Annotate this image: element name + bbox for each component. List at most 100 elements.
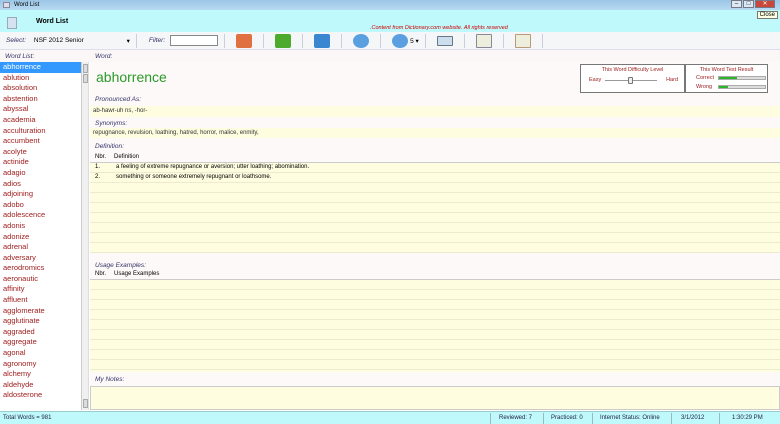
hard-label: Hard bbox=[666, 77, 678, 83]
nbr-header: Nbr. bbox=[95, 271, 107, 277]
correct-bar bbox=[718, 76, 766, 80]
word-list-item[interactable]: agronomy bbox=[0, 359, 81, 370]
nbr-header: Nbr. bbox=[95, 154, 107, 160]
repeat-count-select[interactable]: 5 ▾ bbox=[410, 37, 419, 45]
globe-icon[interactable] bbox=[353, 33, 370, 48]
word-list-item[interactable]: adolescence bbox=[0, 210, 81, 221]
word-list-item[interactable]: absolution bbox=[0, 83, 81, 94]
usage-header: Nbr. Usage Examples bbox=[90, 271, 780, 280]
status-bar: Total Words = 981 Reviewed: 7 Practiced:… bbox=[0, 411, 780, 424]
definition-table: 1. a feeling of extreme repugnance or av… bbox=[90, 163, 780, 253]
window-title: Word List bbox=[14, 2, 40, 8]
word-list-item[interactable]: adios bbox=[0, 179, 81, 190]
synonyms-label: Synonyms: bbox=[95, 120, 128, 127]
word-list-item[interactable]: agonal bbox=[0, 348, 81, 359]
word-list-item[interactable]: abyssal bbox=[0, 104, 81, 115]
filter-input[interactable] bbox=[170, 35, 219, 46]
usage-label: Usage Examples: bbox=[95, 262, 146, 269]
usage-table bbox=[90, 280, 780, 372]
word-list-item[interactable]: ablution bbox=[0, 73, 81, 84]
usage-header-label: Usage Examples bbox=[114, 271, 160, 277]
word-list-item[interactable]: alchemy bbox=[0, 369, 81, 380]
wrong-label: Wrong bbox=[696, 84, 713, 90]
internet-status: Internet Status: Online bbox=[600, 415, 660, 421]
correct-label: Correct bbox=[696, 75, 715, 81]
word-list-item[interactable]: aerodromics bbox=[0, 263, 81, 274]
copyright-text: .Content from Dictionary.com website. Al… bbox=[370, 25, 508, 31]
arrow-down-icon[interactable] bbox=[275, 33, 292, 48]
app-icon bbox=[3, 2, 10, 8]
word-list-item[interactable]: acolyte bbox=[0, 147, 81, 158]
word-list-item[interactable]: academia bbox=[0, 115, 81, 126]
word-list[interactable]: abhorrence ablution absolution abstention ab… bbox=[0, 62, 82, 410]
scroll-up-button[interactable] bbox=[83, 64, 88, 73]
document-icon bbox=[7, 17, 17, 29]
notes-input[interactable] bbox=[90, 386, 780, 410]
word-list-item[interactable]: aeronautic bbox=[0, 274, 81, 285]
list-select[interactable]: NSF 2012 Senior ▾ bbox=[34, 37, 130, 45]
megaphone-icon[interactable] bbox=[236, 33, 253, 48]
word-list-item[interactable]: aldehyde bbox=[0, 380, 81, 391]
toolbar: Select: NSF 2012 Senior ▾ Filter: 5 ▾ bbox=[0, 32, 780, 50]
def-nbr: 1. bbox=[95, 164, 101, 170]
arrow-up-icon[interactable] bbox=[314, 33, 331, 48]
pronounced-label: Pronounced As: bbox=[95, 96, 142, 103]
maximize-button[interactable]: □ bbox=[743, 0, 754, 8]
repeat-value: 5 bbox=[410, 37, 414, 45]
word-list-item[interactable]: adobo bbox=[0, 200, 81, 211]
status-time: 1:30:29 PM bbox=[732, 415, 763, 421]
word-title: abhorrence bbox=[96, 69, 167, 85]
word-list-item[interactable]: abstention bbox=[0, 94, 81, 105]
word-list-item[interactable]: agglutinate bbox=[0, 316, 81, 327]
word-list-label: Word List: bbox=[5, 53, 35, 60]
word-label: Word: bbox=[95, 53, 113, 60]
slider-thumb[interactable] bbox=[628, 77, 633, 84]
select-value: NSF 2012 Senior bbox=[33, 36, 84, 44]
notes-label: My Notes: bbox=[95, 376, 125, 383]
scroll-down-button[interactable] bbox=[83, 399, 88, 408]
practiced-count: Practiced: 0 bbox=[551, 415, 583, 421]
def-nbr: 2. bbox=[95, 174, 101, 180]
word-list-item[interactable]: aggraded bbox=[0, 327, 81, 338]
difficulty-panel: This Word Difficulty Level Easy Hard bbox=[580, 64, 685, 93]
word-list-item[interactable]: agglomerate bbox=[0, 306, 81, 317]
word-list-item[interactable]: adrenal bbox=[0, 242, 81, 253]
play-forward-icon[interactable] bbox=[392, 33, 409, 48]
word-list-item[interactable]: abhorrence bbox=[0, 62, 81, 73]
scrollbar[interactable] bbox=[82, 62, 89, 410]
status-date: 3/1/2012 bbox=[681, 415, 705, 421]
difficulty-title: This Word Difficulty Level bbox=[601, 67, 664, 73]
pronunciation-text: ab-hawr-uh ns, -hor- bbox=[90, 106, 780, 117]
word-list-item[interactable]: actinide bbox=[0, 157, 81, 168]
definition-label: Definition: bbox=[95, 143, 124, 150]
header-title: Word List bbox=[36, 18, 69, 25]
word-list-item[interactable]: adversary bbox=[0, 253, 81, 264]
difficulty-slider[interactable] bbox=[605, 77, 657, 84]
calendar-icon[interactable] bbox=[514, 33, 531, 48]
def-text: a feeling of extreme repugnance or avers… bbox=[116, 164, 310, 170]
word-list-item[interactable]: aggregate bbox=[0, 337, 81, 348]
word-list-item[interactable]: affluent bbox=[0, 295, 81, 306]
close-button[interactable]: ✕ bbox=[755, 0, 775, 8]
word-list-item[interactable]: adonize bbox=[0, 232, 81, 243]
filter-label: Filter: bbox=[148, 37, 166, 44]
word-list-item[interactable]: acculturation bbox=[0, 126, 81, 137]
def-text: something or someone extremely repugnant… bbox=[116, 174, 272, 180]
word-list-item[interactable]: affinity bbox=[0, 284, 81, 295]
select-label: Select: bbox=[6, 37, 26, 44]
word-list-item[interactable]: adjoining bbox=[0, 189, 81, 200]
word-list-item[interactable]: accumbent bbox=[0, 136, 81, 147]
header: Word List .Content from Dictionary.com w… bbox=[0, 10, 780, 32]
minimize-button[interactable]: – bbox=[731, 0, 742, 8]
easy-label: Easy bbox=[589, 77, 602, 83]
reviewed-count: Reviewed: 7 bbox=[499, 415, 533, 421]
book-icon[interactable] bbox=[436, 35, 453, 46]
title-bar: Word List – □ ✕ bbox=[0, 0, 780, 10]
test-result-panel: This Word Test Result Correct Wrong bbox=[685, 64, 768, 93]
notepad-icon[interactable] bbox=[475, 33, 492, 48]
word-list-item[interactable]: aldosterone bbox=[0, 390, 81, 401]
scroll-thumb[interactable] bbox=[83, 74, 88, 83]
synonyms-text: repugnance, revulsion, loathing, hatred,… bbox=[90, 128, 780, 138]
word-list-item[interactable]: adagio bbox=[0, 168, 81, 179]
word-list-item[interactable]: adonis bbox=[0, 221, 81, 232]
